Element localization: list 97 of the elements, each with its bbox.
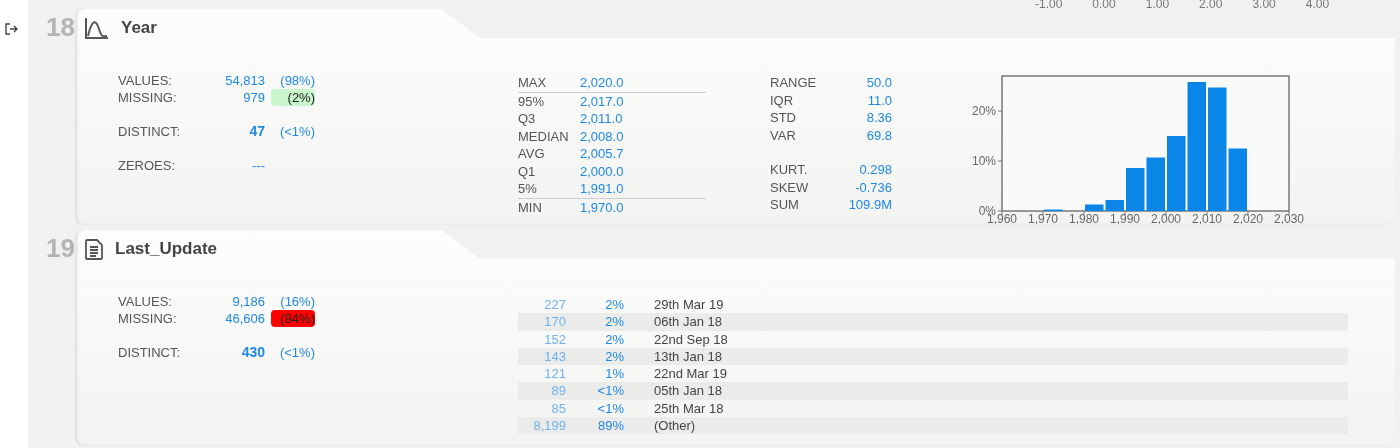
value-percent: 2% (604, 330, 624, 348)
histogram-bar (1126, 168, 1145, 211)
y-tick-label: 10% (972, 154, 996, 168)
column-name: Last_Update (115, 239, 218, 259)
x-tick-label: 2,020 (1233, 212, 1263, 224)
x-tick-label: 2,010 (1192, 212, 1222, 224)
value-percent: <1% (596, 382, 624, 400)
stat-label: VALUES: (118, 72, 173, 89)
stat-value: 8.36 (865, 109, 892, 127)
value-count: 170 (543, 313, 566, 331)
stat-label: 5% (518, 180, 538, 198)
stat-value: 0.298 (858, 161, 892, 179)
stat-label: VALUES: (118, 293, 173, 310)
value-text: 06th Jan 18 (654, 313, 722, 331)
stat-value: 47 (248, 123, 265, 140)
stat-label: DISTINCT: (118, 344, 182, 361)
x-tick-label: 1,990 (1110, 212, 1140, 224)
value-count: 143 (543, 347, 566, 366)
value-percent: 2% (604, 347, 624, 366)
stat-label: ZEROES: (118, 157, 177, 174)
axis-tick-label: -1.00 (1035, 0, 1063, 11)
x-tick-label: 2,000 (1151, 212, 1181, 224)
stat-label: VAR (770, 126, 797, 144)
x-tick-label: 1,980 (1069, 212, 1099, 224)
stat-label: SKEW (770, 178, 810, 196)
stat-label: Q1 (518, 162, 537, 180)
value-percent: 89% (596, 417, 624, 435)
axis-tick-label: 4.00 (1305, 0, 1330, 11)
stat-label: RANGE (770, 74, 818, 92)
stat-label: MIN (518, 198, 543, 216)
stat-label: AVG (518, 145, 546, 163)
value-text: 05th Jan 18 (654, 382, 722, 400)
stat-label: Q3 (518, 110, 537, 128)
stat-percent: (16%) (279, 293, 315, 310)
value-percent: 1% (604, 365, 624, 383)
stat-label: 95% (518, 92, 546, 110)
value-count: 152 (543, 330, 566, 348)
stat-value: 9,186 (231, 293, 265, 310)
value-percent: 2% (604, 313, 624, 331)
value-text: 22nd Mar 19 (654, 365, 727, 383)
stat-label: KURT. (770, 161, 809, 179)
stat-value: 2,008.0 (580, 127, 624, 145)
value-count: 121 (543, 365, 566, 383)
value-percent: 2% (604, 296, 624, 314)
axis-tick-label: 2.00 (1199, 0, 1223, 11)
stat-value: --- (251, 157, 265, 174)
value-count: 8,199 (532, 417, 566, 435)
value-text: 29th Mar 19 (654, 296, 724, 314)
stat-value: 2,011.0 (580, 110, 623, 128)
stat-label: MAX (518, 74, 548, 92)
stat-value: 2,020.0 (580, 74, 624, 92)
stat-percent: (84%) (271, 310, 315, 327)
x-tick-label: 2,030 (1274, 212, 1304, 224)
stat-value: 430 (240, 344, 265, 361)
curve-icon (85, 17, 109, 39)
stat-label: MISSING: (118, 89, 178, 106)
exit-icon[interactable] (4, 22, 18, 36)
stat-label: MISSING: (118, 310, 178, 327)
value-count: 85 (550, 399, 566, 418)
stat-percent: (<1%) (278, 344, 315, 361)
stat-label: SUM (770, 196, 800, 214)
y-tick-label: 20% (972, 104, 996, 118)
value-count: 89 (550, 382, 566, 400)
axis-tick-label: 1.00 (1145, 0, 1170, 11)
stat-value: 1,991.0 (580, 180, 624, 198)
stat-value: 109.9M (847, 196, 892, 214)
column-index: 19 (45, 233, 75, 264)
x-tick-label: 1,970 (1028, 212, 1058, 224)
column-name: Year (121, 18, 157, 38)
stat-label: IQR (770, 91, 795, 109)
stat-label: MEDIAN (518, 127, 570, 145)
stat-value: 50.0 (865, 74, 892, 92)
axis-tick-label: 3.00 (1252, 0, 1276, 11)
stat-value: 1,970.0 (580, 198, 624, 216)
value-percent: <1% (596, 399, 624, 418)
column-index: 18 (45, 12, 75, 43)
stat-value: 2,005.7 (580, 145, 624, 163)
value-text: (Other) (654, 417, 696, 435)
stat-value: -0.736 (854, 178, 892, 196)
stat-percent: (98%) (279, 72, 315, 89)
stat-value: 54,813 (224, 72, 265, 89)
value-text: 22nd Sep 18 (654, 330, 728, 348)
stat-value: 69.8 (865, 126, 892, 144)
stat-value: 979 (242, 89, 265, 106)
stat-value: 2,000.0 (580, 162, 624, 180)
value-count: 227 (543, 296, 566, 314)
stat-label: STD (770, 109, 797, 127)
value-text: 25th Mar 18 (654, 399, 724, 418)
stat-label: DISTINCT: (118, 123, 182, 140)
stat-value: 46,606 (224, 310, 265, 327)
axis-tick-label: 0.00 (1092, 0, 1116, 11)
document-icon (85, 238, 103, 260)
stat-percent: (2%) (271, 89, 315, 106)
stat-percent: (<1%) (278, 123, 315, 140)
value-text: 13th Jan 18 (654, 347, 722, 366)
stat-value: 11.0 (866, 91, 892, 109)
stat-value: 2,017.0 (580, 92, 624, 110)
